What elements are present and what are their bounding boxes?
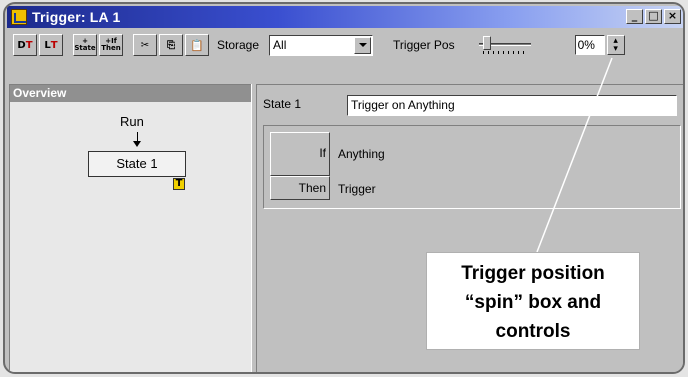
insert-trigger-after-button[interactable]: LT bbox=[39, 34, 63, 56]
trigger-pos-input[interactable]: 0% bbox=[574, 35, 605, 55]
chevron-down-icon[interactable] bbox=[354, 36, 372, 54]
if-condition[interactable]: Anything bbox=[338, 147, 385, 161]
add-then-label: Then bbox=[101, 44, 121, 52]
then-action[interactable]: Trigger bbox=[338, 182, 376, 196]
paste-button[interactable]: 📋 bbox=[185, 34, 209, 56]
callout-line: controls bbox=[495, 321, 571, 342]
scissors-icon: ✂ bbox=[140, 39, 150, 51]
callout-box: Trigger position “spin” box and controls bbox=[426, 252, 640, 350]
trigger-pos-spin: 0% ▴ ▾ bbox=[574, 35, 625, 55]
spin-buttons[interactable]: ▴ ▾ bbox=[606, 35, 625, 55]
window-title: Trigger: LA 1 bbox=[32, 9, 121, 25]
copy-icon: ⎘ bbox=[167, 39, 175, 51]
overview-title: Overview bbox=[10, 85, 251, 102]
close-button[interactable]: × bbox=[664, 9, 681, 24]
storage-dropdown[interactable]: All bbox=[269, 34, 374, 56]
flow-arrow-icon bbox=[133, 132, 141, 147]
trigger-subscript: T bbox=[25, 39, 33, 51]
clipboard-icon: 📋 bbox=[190, 38, 204, 52]
if-button[interactable]: If bbox=[270, 132, 330, 176]
trigger-marker-icon: T bbox=[173, 178, 185, 190]
add-state-label: State bbox=[74, 44, 96, 52]
copy-button[interactable]: ⎘ bbox=[159, 34, 183, 56]
state-node[interactable]: State 1 bbox=[88, 151, 186, 177]
callout-line: Trigger position bbox=[461, 263, 605, 284]
spin-down-icon[interactable]: ▾ bbox=[613, 45, 618, 54]
callout-line: “spin” box and bbox=[464, 292, 602, 313]
window-controls: _ □ × bbox=[626, 9, 681, 24]
insert-trigger-before-button[interactable]: DT bbox=[13, 34, 37, 56]
trigger-pos-slider[interactable] bbox=[477, 35, 533, 55]
trigger-pos-label: Trigger Pos bbox=[393, 38, 455, 52]
state-description-field[interactable]: Trigger on Anything bbox=[347, 95, 677, 116]
insert-trigger-before-icon: D bbox=[17, 39, 26, 51]
overview-panel: Overview Run State 1 T bbox=[9, 84, 251, 372]
add-if-then-button[interactable]: +If Then bbox=[99, 34, 123, 56]
run-label: Run bbox=[120, 114, 144, 129]
title-bar[interactable]: Trigger: LA 1 _ □ × bbox=[7, 6, 683, 28]
trigger-subscript: T bbox=[50, 39, 58, 51]
maximize-button[interactable]: □ bbox=[645, 9, 662, 24]
cut-button[interactable]: ✂ bbox=[133, 34, 157, 56]
toolbar: DT LT + State +If Then ✂ ⎘ 📋 Storage All T… bbox=[7, 30, 683, 60]
storage-value: All bbox=[273, 38, 287, 52]
if-then-rule: If Anything Then Trigger bbox=[263, 125, 681, 209]
slider-thumb[interactable] bbox=[482, 36, 491, 50]
storage-label: Storage bbox=[217, 38, 260, 52]
minimize-button[interactable]: _ bbox=[626, 9, 643, 24]
logic-analyzer-icon bbox=[11, 9, 27, 25]
slider-ticks bbox=[482, 51, 527, 54]
state-name-label: State 1 bbox=[263, 97, 302, 111]
add-state-button[interactable]: + State bbox=[73, 34, 97, 56]
then-button[interactable]: Then bbox=[270, 176, 330, 200]
